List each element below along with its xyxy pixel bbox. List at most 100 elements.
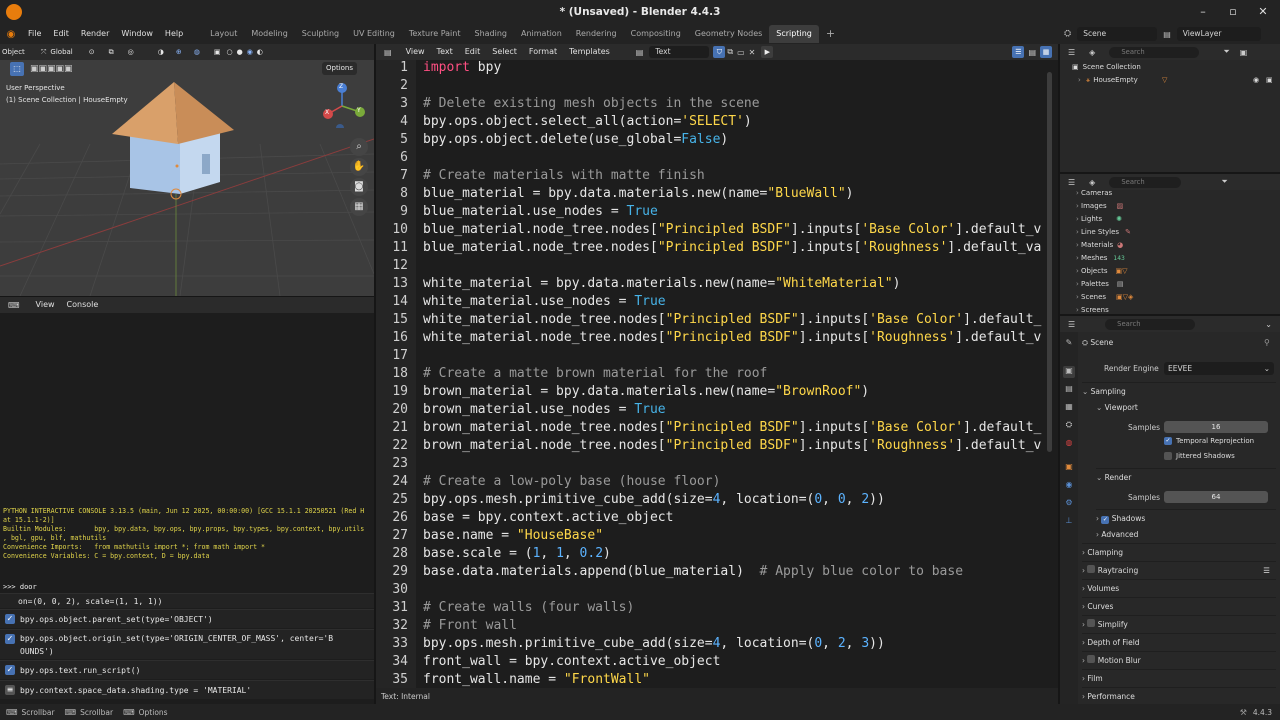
blender-menu-icon[interactable]: ◉	[0, 29, 22, 40]
code-line[interactable]: base.scale = (1, 1, 0.2)	[423, 546, 611, 561]
display-mode-icon[interactable]: ◈	[1089, 178, 1095, 187]
object-tab-icon[interactable]: ▣	[1063, 462, 1075, 474]
visibility-icon[interactable]: ◑	[158, 48, 164, 56]
mode-selector[interactable]: Object	[2, 48, 25, 56]
text-name-field[interactable]: Text	[649, 46, 710, 58]
viewport-scene[interactable]	[0, 44, 374, 296]
new-text-icon[interactable]: ⧉	[727, 47, 733, 57]
filter-icon[interactable]: ⏷	[1223, 47, 1229, 57]
editor-type-icon[interactable]: ☰	[1068, 178, 1075, 187]
blend-item-meshes[interactable]: › Meshes 143	[1076, 252, 1125, 265]
editor-menu-select[interactable]: Select	[486, 44, 523, 60]
open-folder-icon[interactable]: ▭	[737, 48, 745, 57]
scene-collection-row[interactable]: ▣ Scene Collection	[1072, 61, 1141, 74]
close-button[interactable]: ✕	[1248, 0, 1278, 24]
xray-icon[interactable]: ▣	[214, 48, 221, 56]
tool-tab-icon[interactable]: ✎	[1063, 338, 1075, 350]
history-item[interactable]: ≡ bpy.context.space_data.shading.type = …	[0, 680, 374, 699]
options-dropdown[interactable]: Options	[322, 62, 358, 75]
code-line[interactable]: bpy.ops.object.select_all(action='SELECT…	[423, 114, 752, 129]
blend-item-objects[interactable]: › Objects ▣▽	[1076, 265, 1127, 278]
tab-sculpting[interactable]: Sculpting	[295, 25, 346, 43]
editor-type-icon[interactable]: ⌨	[8, 301, 20, 310]
code-line[interactable]: brown_material.use_nodes = True	[423, 402, 666, 417]
pivot-icon[interactable]: ⊙	[89, 48, 95, 56]
code-line[interactable]: front_wall.name = "FrontWall"	[423, 672, 650, 687]
panel-volumes[interactable]: › Volumes	[1082, 579, 1276, 597]
code-line[interactable]: # Delete existing mesh objects in the sc…	[423, 96, 760, 111]
editor-type-icon[interactable]: ▤	[384, 48, 392, 57]
code-line[interactable]: # Create a low-poly base (house floor)	[423, 474, 720, 489]
select-mode-icons[interactable]: ▣▣▣▣▣	[30, 64, 73, 74]
menu-edit[interactable]: Edit	[47, 24, 75, 44]
tab-animation[interactable]: Animation	[514, 25, 569, 43]
code-line[interactable]: bpy.ops.mesh.primitive_cube_add(size=4, …	[423, 492, 885, 507]
zoom-icon[interactable]: ⌕	[350, 138, 368, 156]
3d-viewport[interactable]: Object ⤧ Global ⊙ ⧉ ◎ ◑ ⊕ ◍ ▣ ○ ● ◉ ◐ ⬚ …	[0, 44, 374, 296]
scene-field[interactable]: Scene	[1077, 27, 1158, 41]
shading-rendered-icon[interactable]: ◐	[257, 48, 263, 56]
history-item[interactable]: ✓ bpy.ops.text.run_script()	[0, 660, 374, 679]
maximize-button[interactable]: ▫	[1218, 0, 1248, 24]
console-menu-view[interactable]: View	[30, 297, 61, 313]
tab-layout[interactable]: Layout	[203, 25, 244, 43]
panel-motion-blur[interactable]: › Motion Blur	[1082, 651, 1276, 669]
navigation-gizmo[interactable]: Z Y X	[320, 82, 366, 132]
scene-tab-icon[interactable]: ⛭	[1063, 420, 1075, 432]
code-line[interactable]: base.name = "HouseBase"	[423, 528, 603, 543]
view-layer-field[interactable]: ViewLayer	[1176, 27, 1261, 41]
code-line[interactable]: white_material.node_tree.nodes["Principl…	[423, 312, 1041, 327]
pan-hand-icon[interactable]: ✋	[350, 158, 368, 176]
chevron-down-icon[interactable]: ⌄	[1265, 320, 1272, 329]
panel-simplify[interactable]: › Simplify	[1082, 615, 1276, 633]
display-mode-icon[interactable]: ◈	[1089, 48, 1095, 57]
code-line[interactable]: import bpy	[423, 60, 501, 75]
panel-performance[interactable]: › Performance	[1082, 687, 1276, 704]
editor-type-icon[interactable]: ☰	[1068, 48, 1075, 57]
select-tool-icon[interactable]: ⬚	[10, 62, 24, 76]
blend-item-materials[interactable]: › Materials ◕	[1076, 239, 1123, 252]
add-workspace-button[interactable]: +	[819, 25, 842, 43]
panel-depth-of-field[interactable]: › Depth of Field	[1082, 633, 1276, 651]
code-line[interactable]: blue_material.use_nodes = True	[423, 204, 658, 219]
console-prompt-input[interactable]: >>> door	[3, 583, 37, 592]
code-line[interactable]: base = bpy.context.active_object	[423, 510, 673, 525]
tab-shading[interactable]: Shading	[467, 25, 514, 43]
syntax-highlight-icon[interactable]: ▦	[1040, 46, 1052, 58]
code-line[interactable]: white_material.use_nodes = True	[423, 294, 666, 309]
unlink-icon[interactable]: ✕	[749, 48, 756, 57]
tab-rendering[interactable]: Rendering	[569, 25, 624, 43]
overlay-toggle-icon[interactable]: ◍	[194, 48, 200, 56]
jittered-shadows-checkbox[interactable]: Jittered Shadows	[1164, 452, 1235, 460]
outliner-item-houseempty[interactable]: › ⚹ HouseEmpty ▽ ◉ ▣	[1078, 74, 1276, 87]
code-line[interactable]: brown_material.node_tree.nodes["Principl…	[423, 438, 1041, 453]
code-line[interactable]: # Create a matte brown material for the …	[423, 366, 767, 381]
code-line[interactable]: bpy.ops.mesh.primitive_cube_add(size=4, …	[423, 636, 885, 651]
blend-item-screens[interactable]: › Screens	[1076, 304, 1109, 314]
editor-scrollbar[interactable]	[1047, 72, 1052, 452]
code-line[interactable]: bpy.ops.object.delete(use_global=False)	[423, 132, 728, 147]
panel-sampling[interactable]: ⌄ Sampling	[1082, 382, 1276, 400]
editor-menu-format[interactable]: Format	[523, 44, 563, 60]
grid-projection-icon[interactable]: ▦	[350, 198, 368, 216]
code-line[interactable]: # Create materials with matte finish	[423, 168, 705, 183]
history-item[interactable]: on=(0, 0, 2), scale=(1, 1, 1))	[0, 593, 374, 608]
panel-clamping[interactable]: › Clamping	[1082, 543, 1276, 561]
menu-render[interactable]: Render	[75, 24, 115, 44]
camera-view-icon[interactable]: ◙	[350, 178, 368, 196]
line-numbers-toggle-icon[interactable]: ☰	[1012, 46, 1025, 58]
tab-compositing[interactable]: Compositing	[624, 25, 688, 43]
viewport-samples-field[interactable]: 16	[1164, 421, 1268, 433]
new-collection-icon[interactable]: ▣	[1240, 48, 1248, 57]
panel-advanced[interactable]: › Advanced	[1096, 526, 1276, 544]
code-line[interactable]: blue_material.node_tree.nodes["Principle…	[423, 240, 1041, 255]
blend-item-images[interactable]: › Images ▨	[1076, 200, 1123, 213]
properties-search-input[interactable]: Search	[1105, 318, 1196, 330]
temporal-reprojection-checkbox[interactable]: ✓ Temporal Reprojection	[1164, 437, 1254, 445]
tab-uv-editing[interactable]: UV Editing	[346, 25, 402, 43]
tab-modeling[interactable]: Modeling	[244, 25, 294, 43]
camera-render-icon[interactable]: ▣	[1266, 74, 1273, 87]
panel-curves[interactable]: › Curves	[1082, 597, 1276, 615]
python-console[interactable]: ⌨ View Console PYTHON INTERACTIVE CONSOL…	[0, 297, 374, 704]
fake-user-icon[interactable]: ⛉	[713, 46, 726, 58]
